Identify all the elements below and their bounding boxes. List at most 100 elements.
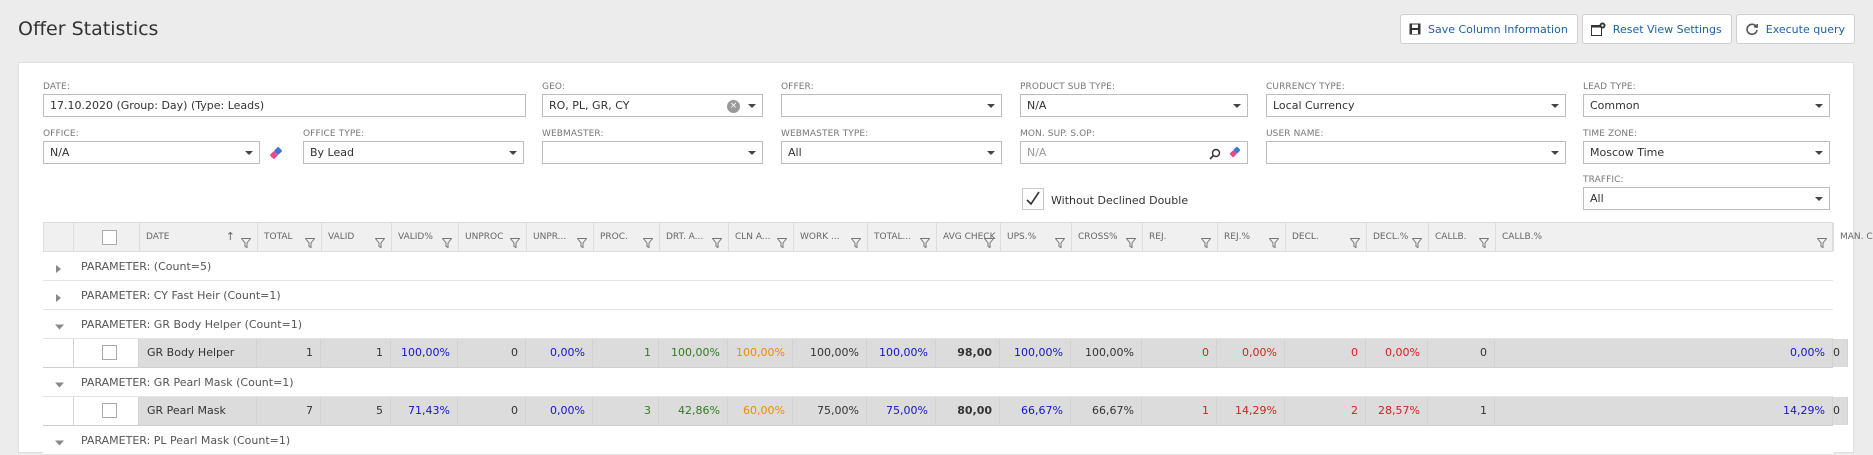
filter-icon[interactable] bbox=[441, 232, 453, 251]
clear-geo-icon[interactable]: × bbox=[727, 100, 740, 113]
column-header-label: UNPROC bbox=[465, 232, 504, 242]
table-row[interactable]: GR Body Helper 1 1 100,00% 0 0,00% 1 100,00% 100… bbox=[43, 339, 1848, 368]
geo-select[interactable]: RO, PL, GR, CY × bbox=[542, 94, 763, 117]
column-header-label: TOTAL bbox=[264, 232, 293, 242]
group-row[interactable]: PARAMETER: GR Pearl Mask (Count=1) bbox=[43, 368, 1833, 397]
traffic-select[interactable]: All bbox=[1583, 187, 1830, 210]
select-all-checkbox[interactable] bbox=[102, 230, 117, 245]
group-row[interactable]: PARAMETER: PL Pearl Mask (Count=1) bbox=[43, 426, 1833, 455]
filter-icon[interactable] bbox=[509, 232, 521, 251]
floppy-disk-icon bbox=[1409, 23, 1421, 35]
date-label: DATE: bbox=[43, 82, 70, 92]
currency-type-select[interactable]: Local Currency bbox=[1266, 94, 1566, 117]
column-header[interactable]: TOTAL bbox=[258, 223, 322, 251]
column-header[interactable]: CLN A... bbox=[729, 223, 794, 251]
column-header[interactable]: UPS.% bbox=[1001, 223, 1072, 251]
table-cell: 98,00 bbox=[936, 339, 1000, 367]
collapse-triangle-icon[interactable] bbox=[55, 437, 64, 450]
offer-select[interactable] bbox=[781, 94, 1002, 117]
column-header[interactable]: MAN. CAL... bbox=[1834, 223, 1873, 251]
webmaster-type-select[interactable]: All bbox=[781, 141, 1002, 164]
column-header[interactable]: AVG CHECK bbox=[937, 223, 1001, 251]
grid-header: DATE ↑ TOTAL VALID VALID% UNPROC UNPR... PROC. D… bbox=[43, 222, 1873, 252]
filter-icon[interactable] bbox=[1268, 232, 1280, 251]
office-select[interactable]: N/A bbox=[43, 141, 260, 164]
lead-type-value: Common bbox=[1590, 99, 1640, 112]
group-row[interactable]: PARAMETER: CY Fast Heir (Count=1) bbox=[43, 281, 1833, 310]
filter-icon[interactable] bbox=[1478, 232, 1490, 251]
filter-icon[interactable] bbox=[1349, 232, 1361, 251]
column-header[interactable]: CALLB. bbox=[1429, 223, 1496, 251]
sort-ascending-icon[interactable]: ↑ bbox=[226, 223, 235, 251]
group-row[interactable]: PARAMETER: (Count=5) bbox=[43, 252, 1833, 281]
table-cell: 66,67% bbox=[1000, 397, 1071, 425]
expand-triangle-icon[interactable] bbox=[55, 292, 63, 305]
eraser-icon[interactable] bbox=[268, 145, 284, 161]
filter-icon[interactable] bbox=[1125, 232, 1137, 251]
checkmark-icon bbox=[1026, 191, 1040, 206]
table-cell: 71,43% bbox=[391, 397, 458, 425]
filter-icon[interactable] bbox=[983, 232, 995, 251]
column-header[interactable]: TOTAL... bbox=[868, 223, 937, 251]
table-cell: 1 bbox=[321, 339, 391, 367]
filter-icon[interactable] bbox=[776, 232, 788, 251]
webmaster-select[interactable] bbox=[542, 141, 763, 164]
filter-icon[interactable] bbox=[1816, 232, 1828, 251]
filter-icon[interactable] bbox=[374, 232, 386, 251]
group-row[interactable]: PARAMETER: GR Body Helper (Count=1) bbox=[43, 310, 1833, 339]
date-field[interactable]: 17.10.2020 (Group: Day) (Type: Leads) bbox=[43, 94, 526, 117]
product-sub-type-select[interactable]: N/A bbox=[1020, 94, 1248, 117]
search-icon[interactable] bbox=[1209, 146, 1221, 163]
table-row[interactable]: GR Pearl Mask 7 5 71,43% 0 0,00% 3 42,86% 60,00%… bbox=[43, 397, 1848, 426]
expand-triangle-icon[interactable] bbox=[55, 263, 63, 276]
table-cell: 0,00% bbox=[526, 397, 593, 425]
geo-value: RO, PL, GR, CY bbox=[549, 99, 630, 112]
column-header-label: VALID% bbox=[398, 232, 433, 242]
column-header[interactable]: VALID bbox=[322, 223, 392, 251]
without-declined-double-label: Without Declined Double bbox=[1051, 194, 1189, 207]
column-header[interactable]: UNPR... bbox=[527, 223, 594, 251]
office-type-select[interactable]: By Lead bbox=[303, 141, 524, 164]
eraser-icon[interactable] bbox=[1228, 145, 1242, 163]
column-header[interactable]: PROC. bbox=[594, 223, 660, 251]
column-header[interactable]: DECL.% bbox=[1367, 223, 1429, 251]
column-header[interactable]: DECL. bbox=[1286, 223, 1367, 251]
row-checkbox[interactable] bbox=[102, 403, 117, 418]
mon-sup-input[interactable]: N/A bbox=[1020, 141, 1248, 164]
column-header[interactable]: VALID% bbox=[392, 223, 459, 251]
filter-icon[interactable] bbox=[850, 232, 862, 251]
column-header[interactable]: REJ.% bbox=[1218, 223, 1286, 251]
column-header[interactable]: DRT. A... bbox=[660, 223, 729, 251]
traffic-label: TRAFFIC: bbox=[1583, 175, 1624, 185]
filter-icon[interactable] bbox=[642, 232, 654, 251]
column-header[interactable]: CROSS% bbox=[1072, 223, 1143, 251]
user-name-label: USER NAME: bbox=[1266, 129, 1324, 139]
filter-icon[interactable] bbox=[304, 232, 316, 251]
filter-icon[interactable] bbox=[919, 232, 931, 251]
column-header[interactable]: UNPROC bbox=[459, 223, 527, 251]
collapse-triangle-icon[interactable] bbox=[55, 379, 64, 392]
filter-icon[interactable] bbox=[1200, 232, 1212, 251]
row-checkbox[interactable] bbox=[102, 345, 117, 360]
column-header[interactable]: WORK ... bbox=[794, 223, 868, 251]
header-toggle-cell bbox=[44, 223, 74, 251]
reset-view-settings-button[interactable]: Reset View Settings bbox=[1581, 14, 1732, 44]
without-declined-double-checkbox[interactable] bbox=[1022, 188, 1044, 210]
time-zone-select[interactable]: Moscow Time bbox=[1583, 141, 1830, 164]
column-header[interactable]: DATE ↑ bbox=[140, 223, 258, 251]
save-column-info-button[interactable]: Save Column Information bbox=[1400, 14, 1578, 44]
filter-icon[interactable] bbox=[240, 232, 252, 251]
filter-icon[interactable] bbox=[1054, 232, 1066, 251]
table-cell: 0 bbox=[1833, 397, 1848, 425]
office-label: OFFICE: bbox=[43, 129, 79, 139]
lead-type-select[interactable]: Common bbox=[1583, 94, 1830, 117]
execute-query-button[interactable]: Execute query bbox=[1735, 14, 1855, 44]
execute-query-label: Execute query bbox=[1765, 22, 1845, 36]
column-header[interactable]: REJ. bbox=[1143, 223, 1218, 251]
column-header[interactable]: CALLB.% bbox=[1496, 223, 1834, 251]
filter-icon[interactable] bbox=[1411, 232, 1423, 251]
collapse-triangle-icon[interactable] bbox=[55, 321, 64, 334]
user-name-select[interactable] bbox=[1266, 141, 1566, 164]
filter-icon[interactable] bbox=[711, 232, 723, 251]
filter-icon[interactable] bbox=[576, 232, 588, 251]
